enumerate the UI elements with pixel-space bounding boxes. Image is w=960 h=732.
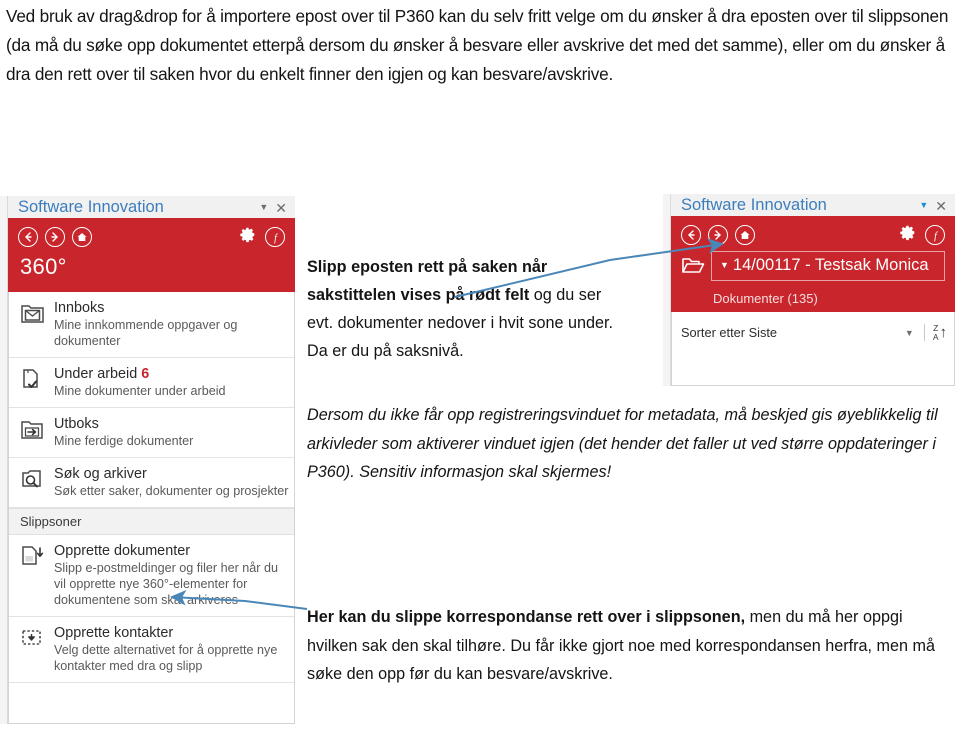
open-folder-icon bbox=[681, 251, 711, 281]
left-panel-red-header: f 360° bbox=[8, 218, 295, 292]
chevron-down-icon[interactable]: ▼ bbox=[905, 328, 914, 338]
case-annotation-bold: Slipp eposten rett på saken når sakstitt… bbox=[307, 258, 548, 304]
right-software-innovation-panel: Software Innovation ▼ ✕ f ▼ 14/00117 - T… bbox=[671, 194, 955, 386]
dropzone-item-text: Opprette kontakter Velg dette alternativ… bbox=[54, 625, 289, 674]
sort-label[interactable]: Sorter etter Siste bbox=[681, 325, 905, 340]
outbox-arrow-icon bbox=[20, 416, 54, 445]
sidebar-item-title-text: Under arbeid bbox=[54, 366, 138, 382]
document-check-icon bbox=[20, 366, 54, 395]
left-panel-item-list: Innboks Mine innkommende oppgaver og dok… bbox=[8, 292, 295, 683]
sort-za-ascending-icon[interactable]: Z A ↑ bbox=[933, 324, 947, 341]
f-circle-icon[interactable]: f bbox=[265, 227, 285, 247]
caret-icon: ▼ bbox=[720, 260, 729, 271]
dropzone-item-subtitle: Slipp e-postmeldinger og filer her når d… bbox=[54, 561, 279, 607]
sidebar-item-text: Utboks Mine ferdige dokumenter bbox=[54, 416, 289, 449]
f-circle-icon[interactable]: f bbox=[925, 225, 945, 245]
close-icon[interactable]: ✕ bbox=[275, 201, 287, 215]
page-root: Ved bruk av drag&drop for å importere ep… bbox=[0, 0, 960, 732]
contact-dropzone-icon bbox=[20, 625, 54, 654]
right-panel-window-controls: ▼ ✕ bbox=[919, 199, 955, 213]
sidebar-item-title: Innboks bbox=[54, 300, 289, 317]
case-title-field[interactable]: ▼ 14/00117 - Testsak Monica bbox=[711, 251, 945, 282]
forward-arrow-icon[interactable] bbox=[45, 227, 65, 247]
dropzone-annotation-note: Her kan du slippe korrespondanse rett ov… bbox=[307, 603, 955, 689]
sidebar-item-text: Søk og arkiver Søk etter saker, dokument… bbox=[54, 466, 289, 499]
case-annotation-note: Slipp eposten rett på saken når sakstitt… bbox=[307, 253, 617, 365]
back-arrow-icon[interactable] bbox=[681, 225, 701, 245]
sort-bar: Sorter etter Siste ▼ Z A ↑ bbox=[671, 318, 955, 347]
dropzone-item-title: Opprette dokumenter bbox=[54, 543, 190, 559]
section-header-slippsoner: Slippsoner bbox=[8, 508, 295, 535]
sort-divider bbox=[923, 324, 925, 342]
svg-text:f: f bbox=[274, 233, 278, 244]
left-panel-brand: 360° bbox=[20, 254, 67, 279]
right-panel-edge-strip bbox=[663, 194, 671, 386]
right-panel-red-header: f ▼ 14/00117 - Testsak Monica Dokumenter … bbox=[671, 216, 955, 313]
chevron-down-icon[interactable]: ▼ bbox=[259, 203, 268, 212]
sidebar-item-text: Under arbeid 6 Mine dokumenter under arb… bbox=[54, 366, 289, 399]
right-panel-title: Software Innovation bbox=[681, 196, 827, 214]
sidebar-item-subtitle: Mine ferdige dokumenter bbox=[54, 434, 194, 448]
case-title-value: ▼ 14/00117 - Testsak Monica bbox=[720, 256, 929, 274]
sidebar-item-title: Under arbeid 6 bbox=[54, 366, 289, 383]
svg-text:f: f bbox=[934, 231, 938, 242]
sidebar-item-title-text: Søk og arkiver bbox=[54, 466, 147, 482]
sidebar-item-title: Søk og arkiver bbox=[54, 466, 289, 483]
sidebar-item-title-text: Utboks bbox=[54, 416, 99, 432]
italic-warning-note: Dersom du ikke får opp registreringsvind… bbox=[307, 406, 938, 481]
za-bottom-letter: A bbox=[932, 331, 939, 342]
sidebar-item-subtitle: Søk etter saker, dokumenter og prosjekte… bbox=[54, 484, 289, 498]
sidebar-item-sok-og-arkiver[interactable]: Søk og arkiver Søk etter saker, dokument… bbox=[8, 458, 295, 508]
sidebar-item-under-arbeid[interactable]: Under arbeid 6 Mine dokumenter under arb… bbox=[8, 358, 295, 408]
dropzone-item-title: Opprette kontakter bbox=[54, 625, 174, 641]
right-panel-titlebar: Software Innovation ▼ ✕ bbox=[671, 194, 955, 216]
dropzone-item-text: Opprette dokumenter Slipp e-postmeldinge… bbox=[54, 543, 289, 608]
sidebar-item-innboks[interactable]: Innboks Mine innkommende oppgaver og dok… bbox=[8, 292, 295, 358]
dropzone-annotation-bold: Her kan du slippe korrespondanse rett ov… bbox=[307, 608, 746, 626]
up-arrow-icon: ↑ bbox=[939, 324, 948, 342]
left-panel-window-controls: ▼ ✕ bbox=[259, 201, 295, 215]
document-download-icon bbox=[20, 543, 54, 572]
close-icon[interactable]: ✕ bbox=[935, 199, 947, 213]
search-archive-icon bbox=[20, 466, 54, 495]
case-title-text: 14/00117 - Testsak Monica bbox=[732, 256, 929, 274]
intro-paragraph: Ved bruk av drag&drop for å importere ep… bbox=[6, 6, 949, 84]
gear-icon[interactable] bbox=[899, 224, 916, 246]
sidebar-item-title: Utboks bbox=[54, 416, 289, 433]
left-panel-toolbar: f bbox=[8, 218, 295, 250]
sidebar-item-subtitle: Mine innkommende oppgaver og dokumenter bbox=[54, 318, 238, 348]
sidebar-item-text: Innboks Mine innkommende oppgaver og dok… bbox=[54, 300, 289, 349]
sidebar-item-utboks[interactable]: Utboks Mine ferdige dokumenter bbox=[8, 408, 295, 458]
left-panel-scrollbar[interactable] bbox=[0, 196, 8, 724]
sidebar-item-count-badge: 6 bbox=[141, 366, 150, 382]
home-icon[interactable] bbox=[72, 227, 92, 247]
right-panel-toolbar: f bbox=[671, 216, 955, 248]
forward-arrow-icon[interactable] bbox=[708, 225, 728, 245]
sidebar-item-subtitle: Mine dokumenter under arbeid bbox=[54, 384, 226, 398]
left-panel-titlebar: Software Innovation ▼ ✕ bbox=[8, 196, 295, 218]
red-header-bottom-pad bbox=[671, 306, 955, 312]
za-letters: Z A bbox=[933, 324, 939, 341]
left-panel-title: Software Innovation bbox=[18, 198, 164, 216]
sidebar-item-title-text: Innboks bbox=[54, 300, 105, 316]
dropzone-item-subtitle: Velg dette alternativet for å opprette n… bbox=[54, 643, 278, 673]
home-icon[interactable] bbox=[735, 225, 755, 245]
documents-count-label: Dokumenter (135) bbox=[713, 291, 818, 307]
chevron-down-icon[interactable]: ▼ bbox=[919, 201, 928, 210]
left-software-innovation-panel: Software Innovation ▼ ✕ f 360° Innboks M… bbox=[8, 196, 295, 724]
inbox-envelope-icon bbox=[20, 300, 54, 329]
dropzone-item-opprette-kontakter[interactable]: Opprette kontakter Velg dette alternativ… bbox=[8, 617, 295, 683]
back-arrow-icon[interactable] bbox=[18, 227, 38, 247]
case-selector-row: ▼ 14/00117 - Testsak Monica bbox=[671, 248, 955, 289]
dropzone-item-opprette-dokumenter[interactable]: Opprette dokumenter Slipp e-postmeldinge… bbox=[8, 535, 295, 617]
gear-icon[interactable] bbox=[239, 226, 256, 248]
